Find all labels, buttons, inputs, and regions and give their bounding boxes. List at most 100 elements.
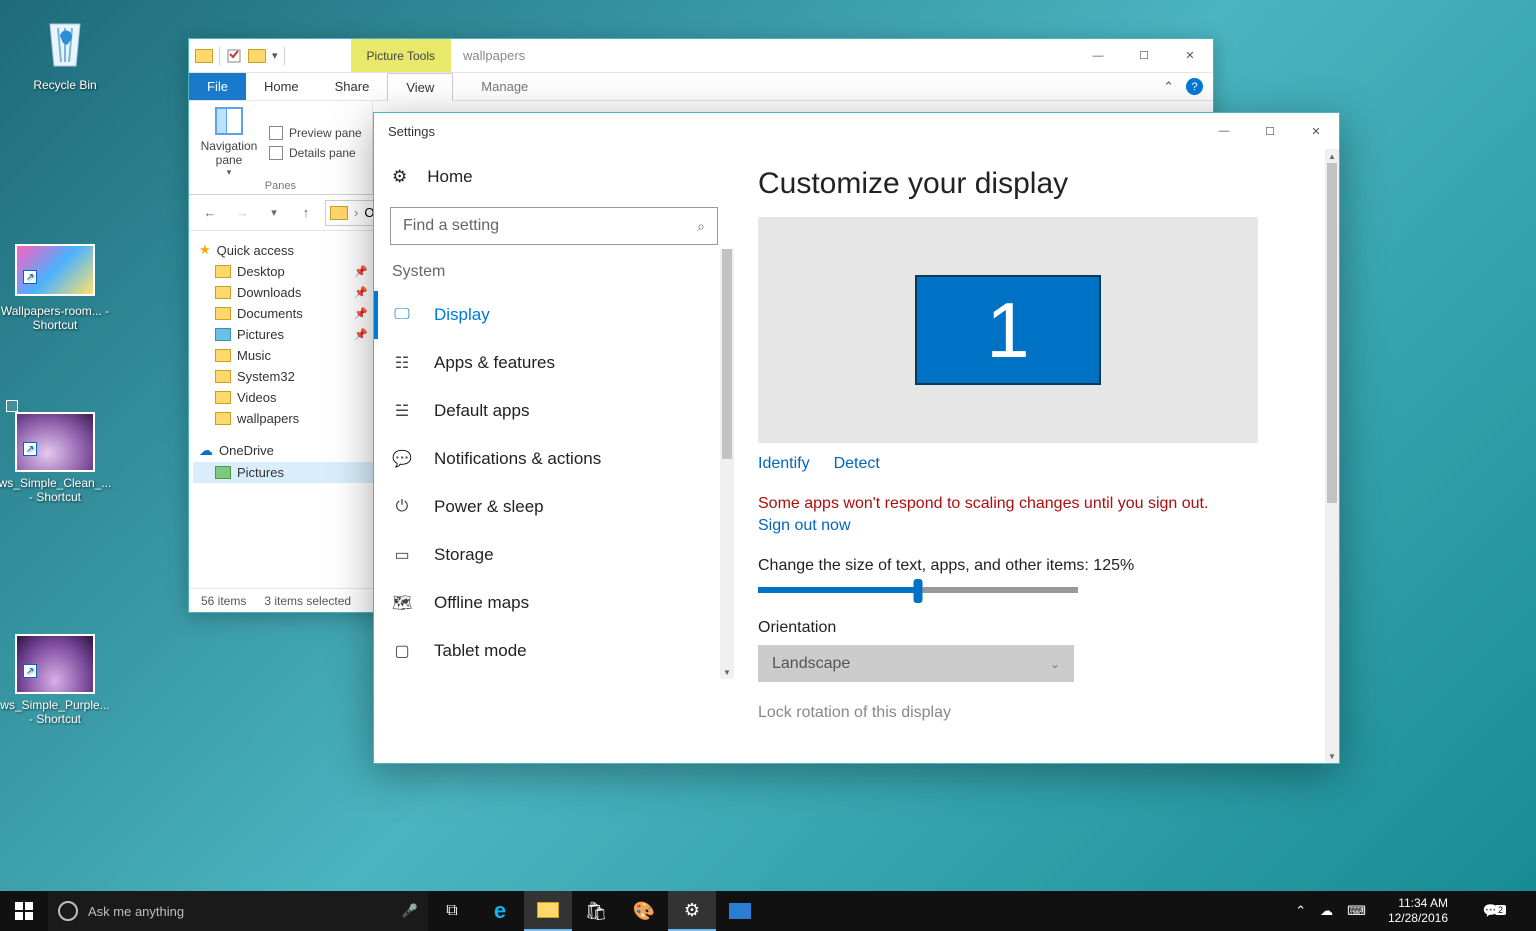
sidebar-item-display[interactable]: 🖵Display <box>374 291 734 339</box>
back-button[interactable]: ← <box>197 200 223 226</box>
tree-label: Quick access <box>217 243 294 258</box>
properties-icon[interactable] <box>226 48 242 64</box>
storage-icon: ▭ <box>392 545 412 565</box>
sidebar-item-maps[interactable]: 🗺Offline maps <box>374 579 734 627</box>
maximize-button[interactable]: ☐ <box>1121 41 1167 71</box>
store-button[interactable]: 🛍 <box>572 891 620 931</box>
word-button[interactable] <box>716 891 764 931</box>
minimize-button[interactable]: — <box>1201 113 1247 149</box>
simple-clean-shortcut[interactable]: ↗ ws_Simple_Clean_... - Shortcut <box>0 400 110 504</box>
navigation-pane-button[interactable]: Navigation pane ▾ <box>199 105 259 180</box>
monitor-1[interactable]: 1 <box>915 275 1101 385</box>
cortana-search[interactable]: Ask me anything 🎤 <box>48 891 428 931</box>
wallpapers-room-shortcut[interactable]: ↗ Wallpapers-room... - Shortcut <box>0 240 110 332</box>
folder-icon <box>215 286 231 299</box>
folder-icon <box>215 412 231 425</box>
sidebar-scrollbar[interactable]: ▲ ▼ <box>720 249 734 679</box>
scroll-thumb[interactable] <box>722 249 732 459</box>
sidebar-item-label: Apps & features <box>434 353 555 373</box>
identify-link[interactable]: Identify <box>758 455 810 473</box>
folder-icon[interactable] <box>248 49 266 63</box>
recent-dropdown[interactable]: ▾ <box>261 200 287 226</box>
keyboard-icon[interactable]: ⌨ <box>1347 903 1366 919</box>
sidebar-item-apps[interactable]: ☷Apps & features <box>374 339 734 387</box>
sidebar-item-label: Power & sleep <box>434 497 544 517</box>
orientation-label: Orientation <box>758 619 1315 637</box>
display-preview[interactable]: 1 <box>758 217 1258 443</box>
recycle-bin-icon[interactable]: Recycle Bin <box>10 14 120 92</box>
qat-dropdown-icon[interactable]: ▾ <box>272 49 278 62</box>
up-button[interactable]: ↑ <box>293 200 319 226</box>
explorer-button[interactable] <box>524 891 572 931</box>
paint-button[interactable]: 🎨 <box>620 891 668 931</box>
onedrive-tray-icon[interactable]: ☁ <box>1320 903 1333 919</box>
tab-home[interactable]: Home <box>246 73 317 100</box>
sign-out-link[interactable]: Sign out now <box>758 517 851 535</box>
home-button[interactable]: ⚙ Home <box>374 163 734 191</box>
sidebar-item-tablet[interactable]: ▢Tablet mode <box>374 627 734 675</box>
picture-tools-tab[interactable]: Picture Tools <box>351 39 451 72</box>
edge-button[interactable]: e <box>476 891 524 931</box>
paint-icon: 🎨 <box>633 901 655 922</box>
orientation-select[interactable]: Landscape ⌄ <box>758 645 1074 682</box>
folder-icon[interactable] <box>195 49 213 63</box>
collapse-ribbon-icon[interactable]: ⌃ <box>1163 79 1174 95</box>
onedrive-node[interactable]: ☁OneDrive <box>193 439 374 462</box>
start-button[interactable] <box>0 891 48 931</box>
notifications-icon: 💬 <box>392 449 412 469</box>
scroll-thumb[interactable] <box>1327 163 1337 503</box>
tree-pictures[interactable]: Pictures📌 <box>193 324 374 345</box>
mic-icon[interactable]: 🎤 <box>402 903 418 919</box>
preview-pane-toggle[interactable]: Preview pane <box>269 123 362 143</box>
scale-slider[interactable] <box>758 587 1078 593</box>
minimize-button[interactable]: — <box>1075 41 1121 71</box>
tree-music[interactable]: Music <box>193 345 374 366</box>
tree-system32[interactable]: System32 <box>193 366 374 387</box>
action-center-button[interactable]: 💬 2 <box>1470 903 1512 919</box>
tree-downloads[interactable]: Downloads📌 <box>193 282 374 303</box>
forward-button[interactable]: → <box>229 200 255 226</box>
nav-pane-icon <box>215 107 243 135</box>
tree-documents[interactable]: Documents📌 <box>193 303 374 324</box>
slider-thumb[interactable] <box>914 579 923 603</box>
sidebar-item-label: Display <box>434 305 490 325</box>
title-bar[interactable]: ▾ Picture Tools wallpapers — ☐ ✕ <box>189 39 1213 73</box>
tab-view[interactable]: View <box>387 73 453 101</box>
detect-link[interactable]: Detect <box>834 455 880 473</box>
desktop: Recycle Bin ↗ Wallpapers-room... - Short… <box>0 0 1536 891</box>
sidebar-item-default-apps[interactable]: ☱Default apps <box>374 387 734 435</box>
clock[interactable]: 11:34 AM 12/28/2016 <box>1380 896 1456 926</box>
gear-icon: ⚙ <box>684 900 700 921</box>
scroll-down-icon[interactable]: ▼ <box>720 665 734 679</box>
pin-icon: 📌 <box>354 265 368 278</box>
sidebar-item-storage[interactable]: ▭Storage <box>374 531 734 579</box>
tab-manage[interactable]: Manage <box>463 73 546 100</box>
simple-purple-shortcut[interactable]: ↗ ws_Simple_Purple... - Shortcut <box>0 634 110 726</box>
tree-onedrive-pictures[interactable]: Pictures <box>193 462 374 483</box>
close-button[interactable]: ✕ <box>1293 113 1339 149</box>
settings-titlebar[interactable]: Settings — ☐ ✕ <box>374 113 1339 149</box>
tree-wallpapers[interactable]: wallpapers <box>193 408 374 429</box>
tree-videos[interactable]: Videos <box>193 387 374 408</box>
tab-file[interactable]: File <box>189 73 246 100</box>
scroll-up-icon[interactable]: ▲ <box>1325 149 1339 163</box>
shortcut-arrow-icon: ↗ <box>23 442 37 456</box>
preview-pane-label: Preview pane <box>289 126 362 140</box>
sidebar-item-notifications[interactable]: 💬Notifications & actions <box>374 435 734 483</box>
tree-desktop[interactable]: Desktop📌 <box>193 261 374 282</box>
sidebar-item-power[interactable]: ⏻Power & sleep <box>374 483 734 531</box>
page-title: Customize your display <box>758 167 1315 201</box>
quick-access-node[interactable]: ★Quick access <box>193 239 374 261</box>
task-view-button[interactable]: ⧉ <box>428 891 476 931</box>
help-icon[interactable]: ? <box>1186 78 1203 95</box>
task-view-icon: ⧉ <box>446 902 457 920</box>
settings-button[interactable]: ⚙ <box>668 891 716 931</box>
details-pane-toggle[interactable]: Details pane <box>269 143 362 163</box>
scroll-down-icon[interactable]: ▼ <box>1325 749 1339 763</box>
maximize-button[interactable]: ☐ <box>1247 113 1293 149</box>
settings-search[interactable]: Find a setting ⌕ <box>390 207 718 245</box>
main-scrollbar[interactable]: ▲ ▼ <box>1325 149 1339 763</box>
tray-overflow-icon[interactable]: ⌃ <box>1295 903 1306 919</box>
close-button[interactable]: ✕ <box>1167 41 1213 71</box>
tab-share[interactable]: Share <box>317 73 388 100</box>
